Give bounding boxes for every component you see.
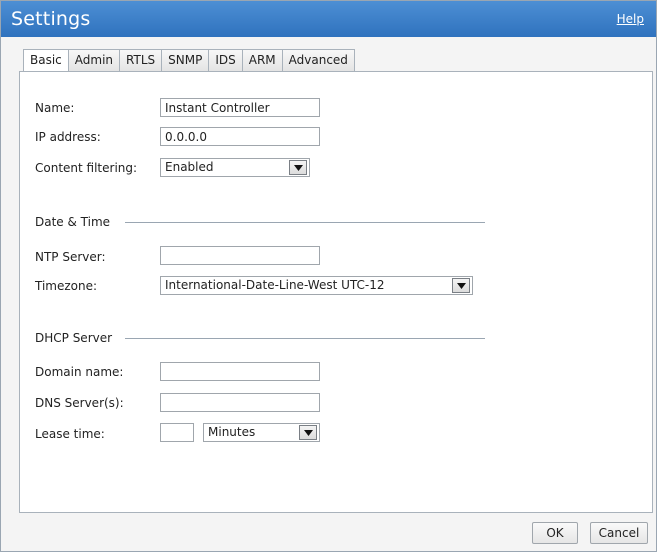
chevron-down-icon: [299, 425, 317, 440]
date-time-section-title: Date & Time: [35, 215, 111, 229]
tab-ids[interactable]: IDS: [209, 49, 243, 72]
dialog-title: Settings: [11, 8, 91, 30]
title-bar: Settings Help: [1, 1, 656, 37]
content-filtering-label: Content filtering:: [35, 161, 138, 175]
tab-arm[interactable]: ARM: [242, 49, 283, 72]
dhcp-divider: [125, 338, 485, 339]
dhcp-section-title: DHCP Server: [35, 331, 113, 345]
settings-dialog: Settings Help Basic Admin RTLS SNMP IDS …: [0, 0, 657, 552]
date-time-divider: [125, 222, 485, 223]
help-link[interactable]: Help: [617, 12, 644, 26]
tab-panel-basic: Name: IP address: Content filtering: Ena…: [19, 71, 653, 513]
tab-bar: Basic Admin RTLS SNMP IDS ARM Advanced: [23, 49, 355, 72]
ntp-server-input[interactable]: [160, 246, 320, 265]
tab-advanced[interactable]: Advanced: [282, 49, 355, 72]
dns-servers-input[interactable]: [160, 393, 320, 412]
chevron-down-icon: [452, 278, 470, 293]
chevron-down-icon: [289, 160, 307, 175]
tab-snmp[interactable]: SNMP: [162, 49, 210, 72]
lease-unit-select[interactable]: Minutes: [203, 423, 320, 442]
name-label: Name:: [35, 101, 75, 115]
content-filtering-select[interactable]: Enabled: [160, 158, 310, 177]
ok-button[interactable]: OK: [532, 522, 578, 544]
tab-admin[interactable]: Admin: [68, 49, 121, 72]
content-filtering-value: Enabled: [165, 160, 214, 174]
tab-basic[interactable]: Basic: [23, 49, 69, 72]
ntp-server-label: NTP Server:: [35, 250, 106, 264]
domain-name-label: Domain name:: [35, 365, 124, 379]
ip-address-label: IP address:: [35, 130, 101, 144]
timezone-value: International-Date-Line-West UTC-12: [165, 278, 385, 292]
name-input[interactable]: [160, 98, 320, 117]
lease-time-input[interactable]: [160, 423, 194, 442]
lease-time-label: Lease time:: [35, 427, 105, 441]
timezone-label: Timezone:: [35, 279, 98, 293]
tab-rtls[interactable]: RTLS: [120, 49, 163, 72]
cancel-button[interactable]: Cancel: [590, 522, 648, 544]
dns-servers-label: DNS Server(s):: [35, 396, 124, 410]
ip-address-input[interactable]: [160, 127, 320, 146]
domain-name-input[interactable]: [160, 362, 320, 381]
lease-unit-value: Minutes: [208, 425, 256, 439]
timezone-select[interactable]: International-Date-Line-West UTC-12: [160, 276, 473, 295]
